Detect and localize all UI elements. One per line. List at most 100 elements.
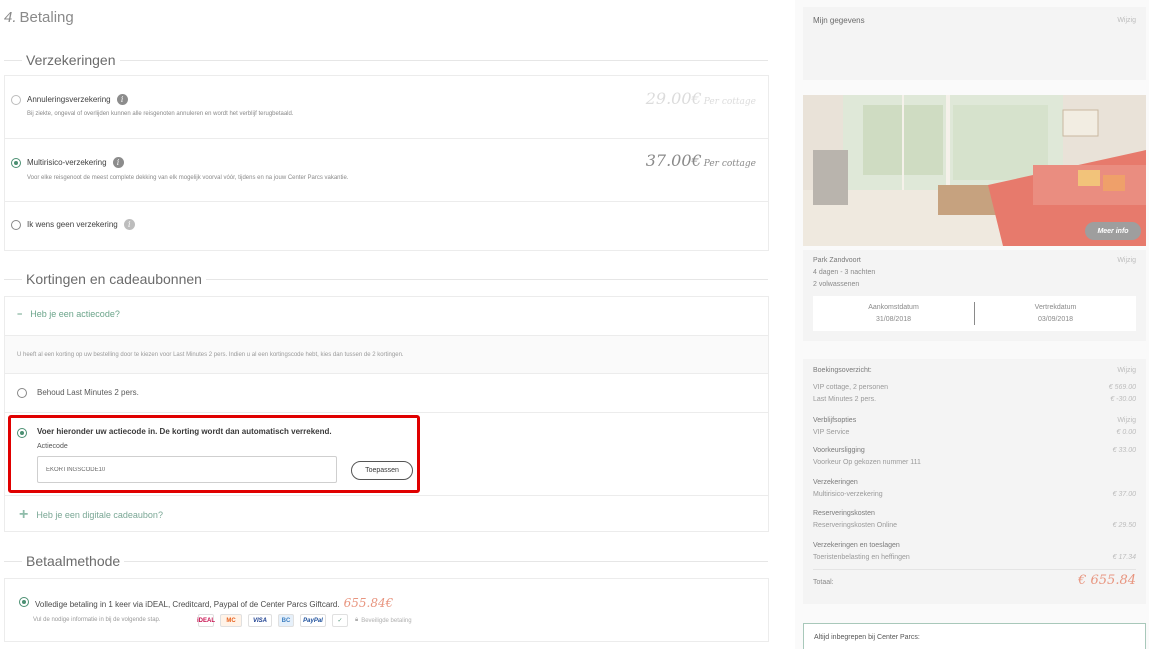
giftcard-logo: ✓ <box>332 614 348 627</box>
secure-payment-label: Beveiligde betaling <box>361 617 412 624</box>
mijn-gegevens-title: Mijn gegevens <box>813 16 865 25</box>
line-cottage: VIP cottage, 2 personen <box>813 384 888 391</box>
step-title-text: Betaling <box>19 9 74 26</box>
actiecode-field-label: Actiecode <box>37 443 68 450</box>
no-insurance-title: Ik wens geen verzekering i <box>27 219 135 230</box>
always-included-title: Altijd inbegrepen bij Center Parcs: <box>814 634 920 641</box>
payment-option-row[interactable]: Volledige betaling in 1 keer via iDEAL, … <box>5 579 768 641</box>
mijn-gegevens-card: Mijn gegevens Wijzig <box>803 7 1146 80</box>
step-number: 4. <box>4 9 17 26</box>
edit-link-verblijf[interactable]: Wijzig <box>1117 417 1136 424</box>
departure-date: 03/09/2018 <box>1037 316 1074 323</box>
arrival-block: Aankomstdatum 31/08/2018 <box>813 296 974 331</box>
info-icon[interactable]: i <box>112 157 124 168</box>
annulering-title: Annuleringsverzekering i <box>27 94 128 105</box>
line-verzekering-value: € 37.00 <box>1112 491 1136 498</box>
annulering-price-unit: Per cottage <box>703 97 756 107</box>
discounts-box: − Heb je een actiecode? U heeft al een ko… <box>4 296 769 532</box>
info-icon[interactable]: i <box>123 219 135 230</box>
toeslagen-title: Verzekeringen en toeslagen <box>813 542 900 549</box>
payment-option-label: Volledige betaling in 1 keer via iDEAL, … <box>35 600 340 609</box>
apply-button[interactable]: Toepassen <box>351 461 413 480</box>
no-insurance-label: Ik wens geen verzekering <box>27 220 118 229</box>
discounts-heading: Kortingen en cadeaubonnen <box>4 271 768 287</box>
park-name: Park Zandvoort <box>813 257 861 264</box>
line-toeslagen: Toeristenbelasting en heffingen <box>813 554 910 561</box>
radio-enter-code[interactable] <box>17 428 27 438</box>
verzekeringen-title: Verzekeringen <box>813 479 858 486</box>
multirisico-price-value: 37.00€ <box>645 151 702 170</box>
annulering-price: 29.00€ Per cottage <box>646 89 756 108</box>
keep-last-minutes-label: Behoud Last Minutes 2 pers. <box>37 388 139 397</box>
info-icon[interactable]: i <box>116 94 128 105</box>
option-code-row[interactable]: Voer hieronder uw actiecode in. De korti… <box>5 413 768 496</box>
annulering-label: Annuleringsverzekering <box>27 95 111 104</box>
multirisico-price: 37.00€ Per cottage <box>646 151 756 170</box>
visa-logo: VISA <box>248 614 272 627</box>
minus-icon: − <box>17 309 23 319</box>
overview-title: Boekingsoverzicht: <box>813 367 872 374</box>
insurance-box: Annuleringsverzekering i Bij ziekte, ong… <box>4 75 769 251</box>
ideal-logo: iDEAL <box>197 614 215 627</box>
actiecode-input[interactable] <box>37 456 337 483</box>
line-verzekering: Multirisico-verzekering <box>813 491 883 498</box>
dates-panel: Aankomstdatum 31/08/2018 Vertrekdatum 03/0… <box>813 296 1136 331</box>
insurance-heading: Verzekeringen <box>4 52 768 68</box>
payment-amount: 655.84€ <box>343 596 394 610</box>
line-vip-service: VIP Service <box>813 429 850 436</box>
bancontact-logo: BC <box>278 614 294 627</box>
reservering-title: Reserveringskosten <box>813 510 875 517</box>
line-reservering-value: € 29.50 <box>1112 522 1136 529</box>
always-included-card: Altijd inbegrepen bij Center Parcs: <box>803 623 1146 649</box>
mastercard-logo: MC <box>220 614 242 627</box>
edit-link-stay[interactable]: Wijzig <box>1117 257 1136 264</box>
edit-link-gegevens[interactable]: Wijzig <box>1117 17 1136 24</box>
payment-logos: iDEAL MC VISA BC PayPal ✓ <box>197 614 348 627</box>
booking-overview-card: Boekingsoverzicht: Wijzig VIP cottage, 2… <box>803 359 1146 604</box>
voorkeur-title: Voorkeursligging <box>813 447 865 454</box>
giftcard-toggle-label: Heb je een digitale cadeaubon? <box>36 510 163 520</box>
line-last-minutes: Last Minutes 2 pers. <box>813 396 877 403</box>
edit-link-overview[interactable]: Wijzig <box>1117 367 1136 374</box>
departure-label: Vertrekdatum <box>1034 304 1077 311</box>
voorkeur-value: € 33.00 <box>1112 447 1136 454</box>
plus-icon: + <box>19 506 29 523</box>
radio-multirisico[interactable] <box>11 158 21 168</box>
giftcard-toggle[interactable]: + Heb je een digitale cadeaubon? <box>19 506 163 524</box>
multirisico-price-unit: Per cottage <box>703 159 756 169</box>
cottage-photo[interactable]: Meer info <box>803 95 1146 246</box>
payment-heading: Betaalmethode <box>4 553 768 569</box>
insurance-option-none[interactable]: Ik wens geen verzekering i <box>5 202 768 250</box>
radio-keep-last-minutes[interactable] <box>17 388 27 398</box>
page-title: 4. Betaling <box>4 9 74 26</box>
annulering-price-value: 29.00€ <box>645 89 702 108</box>
actiecode-toggle[interactable]: − Heb je een actiecode? <box>17 309 120 319</box>
payment-desc: Vul de nodige informatie in bij de volge… <box>33 617 161 623</box>
discounts-heading-text: Kortingen en cadeaubonnen <box>26 271 202 287</box>
checkout-main: 4. Betaling Verzekeringen Annuleringsverz… <box>0 0 775 649</box>
insurance-heading-text: Verzekeringen <box>26 52 116 68</box>
stay-details-card: Park Zandvoort Wijzig 4 dagen - 3 nachte… <box>803 250 1146 341</box>
radio-annulering[interactable] <box>11 95 21 105</box>
verblijf-title: Verblijfsopties <box>813 417 857 424</box>
radio-full-payment[interactable] <box>19 597 29 607</box>
booking-sidebar: Mijn gegevens Wijzig Meer info Park Zand… <box>795 0 1149 649</box>
insurance-option-annulering[interactable]: Annuleringsverzekering i Bij ziekte, ong… <box>5 76 768 139</box>
multirisico-desc: Voor elke reisgenoot de meest complete d… <box>27 175 349 181</box>
line-vip-value: € 0.00 <box>1116 429 1136 436</box>
lock-icon: 🔒︎ <box>355 617 359 623</box>
radio-no-insurance[interactable] <box>11 220 21 230</box>
payment-box: Volledige betaling in 1 keer via iDEAL, … <box>4 578 769 642</box>
departure-block: Vertrekdatum 03/09/2018 <box>975 296 1136 331</box>
giftcard-toggle-row[interactable]: + Heb je een digitale cadeaubon? <box>5 496 768 532</box>
secure-payment: 🔒︎ Beveiligde betaling <box>355 617 412 624</box>
arrival-date: 31/08/2018 <box>875 316 912 323</box>
discount-note-row: U heeft al een korting op uw bestelling … <box>5 336 768 374</box>
insurance-option-multirisico[interactable]: Multirisico-verzekering i Voor elke reis… <box>5 139 768 202</box>
payment-page: 4. Betaling Verzekeringen Annuleringsverz… <box>0 0 1149 649</box>
multirisico-title: Multirisico-verzekering i <box>27 157 124 168</box>
total-divider <box>813 569 1136 570</box>
meer-info-button[interactable]: Meer info <box>1085 222 1141 240</box>
actiecode-toggle-row[interactable]: − Heb je een actiecode? <box>5 297 768 336</box>
option-keep-row[interactable]: Behoud Last Minutes 2 pers. <box>5 374 768 413</box>
